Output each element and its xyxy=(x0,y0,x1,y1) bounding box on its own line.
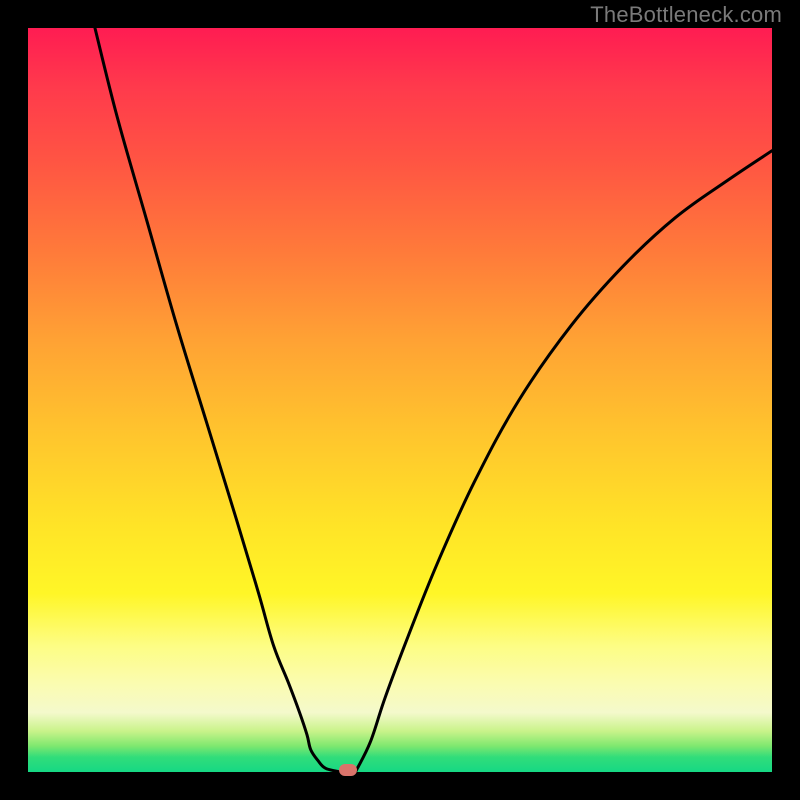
curve-right-branch xyxy=(355,151,772,772)
plot-area xyxy=(28,28,772,772)
watermark-text: TheBottleneck.com xyxy=(590,2,782,28)
optimum-marker xyxy=(339,764,357,776)
curve-left-branch xyxy=(95,28,341,772)
chart-frame: TheBottleneck.com xyxy=(0,0,800,800)
bottleneck-curve xyxy=(28,28,772,772)
